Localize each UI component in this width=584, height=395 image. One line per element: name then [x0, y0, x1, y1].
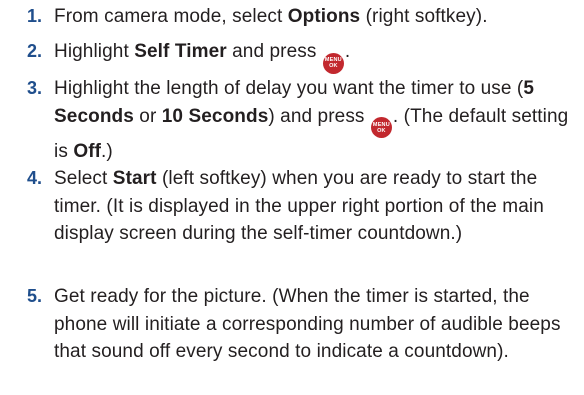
- step-number: 5.: [26, 286, 42, 306]
- step-1: 1. From camera mode, select Options (rig…: [0, 3, 584, 31]
- step-number: 2.: [26, 41, 42, 61]
- step-text: From camera mode, select Options (right …: [54, 6, 488, 27]
- options-label: Options: [287, 6, 361, 27]
- step-text: Highlight Self Timer and press MENU OK.: [54, 38, 579, 74]
- menu-ok-key-icon: MENU OK: [322, 52, 344, 74]
- ten-seconds-label: 10 Seconds: [161, 105, 269, 127]
- instruction-steps: 1. From camera mode, select Options (rig…: [0, 0, 584, 395]
- start-label: Start: [112, 168, 157, 189]
- step-number: 3.: [26, 78, 42, 98]
- off-label: Off: [73, 141, 102, 162]
- self-timer-label: Self Timer: [134, 41, 227, 62]
- step-3: 3. Highlight the length of delay you wan…: [0, 75, 584, 166]
- step-text: Highlight the length of delay you want t…: [54, 78, 569, 162]
- step-2: 2. Highlight Self Timer and press MENU OK…: [0, 38, 584, 74]
- step-text: Select Start (left softkey) when you are…: [54, 168, 544, 244]
- step-text: Get ready for the picture. (When the tim…: [54, 286, 561, 362]
- step-4: 4. Select Start (left softkey) when you …: [0, 165, 584, 248]
- step-5: 5. Get ready for the picture. (When the …: [0, 283, 584, 366]
- step-number: 1.: [26, 6, 42, 26]
- menu-ok-key-icon: MENU OK: [370, 117, 392, 138]
- step-number: 4.: [26, 168, 42, 188]
